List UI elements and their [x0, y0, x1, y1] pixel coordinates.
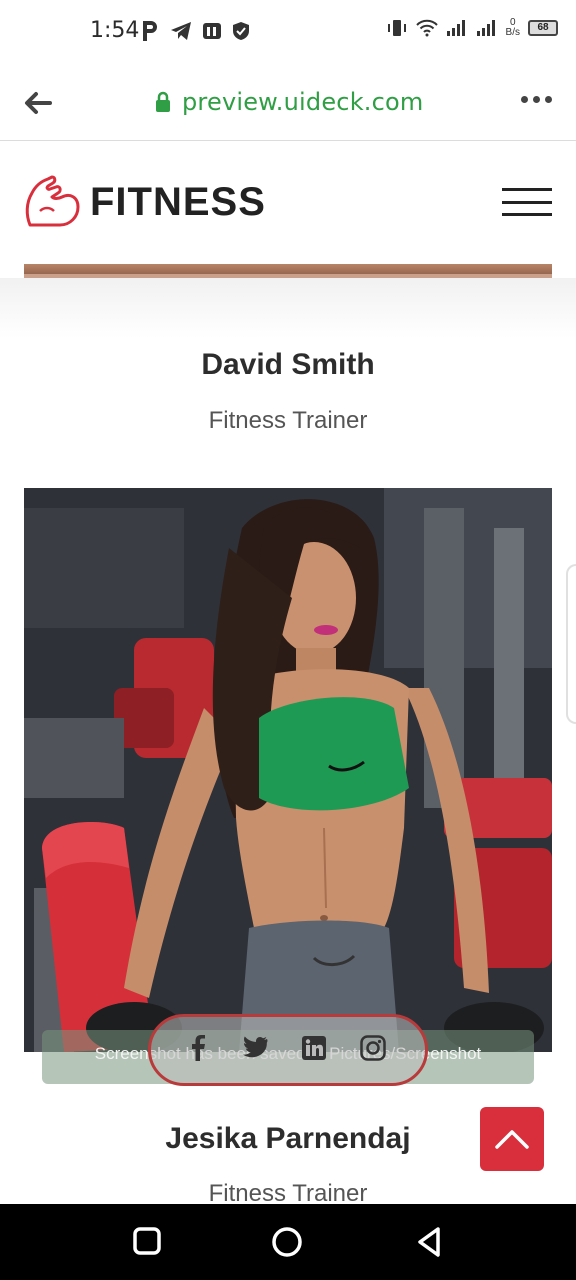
card-shadow — [0, 278, 576, 338]
status-bar: 1:54 0 B/s 68 — [0, 0, 576, 66]
shield-icon — [233, 22, 249, 40]
signal-icon — [446, 20, 465, 36]
menu-toggle-button[interactable] — [502, 188, 552, 216]
twitter-icon[interactable] — [240, 1036, 268, 1065]
net-speed-unit: B/s — [505, 27, 520, 38]
vibrate-icon — [387, 20, 406, 36]
back-arrow-icon[interactable] — [22, 88, 54, 118]
site-header: FITNESS — [0, 141, 576, 264]
lock-icon — [156, 91, 170, 112]
telegram-icon — [171, 22, 191, 40]
back-icon[interactable] — [414, 1226, 444, 1258]
trainer-photo-illustration — [24, 488, 552, 1052]
team-member-role: Fitness Trainer — [208, 1180, 368, 1204]
linkedin-icon[interactable] — [302, 1035, 326, 1065]
team-section: David Smith Fitness Trainer Screenshot J… — [0, 264, 576, 1204]
address-bar[interactable]: preview.uideck.com — [154, 88, 424, 116]
status-time: 1:54 — [90, 18, 140, 43]
system-icons: 0 B/s 68 — [386, 18, 558, 38]
scroll-to-top-button[interactable] — [480, 1107, 544, 1171]
battery-icon: 68 — [528, 20, 558, 36]
browser-toolbar: preview.uideck.com — [0, 66, 576, 141]
flexed-arm-icon — [25, 175, 80, 227]
hamburger-line — [502, 188, 552, 191]
chevron-up-icon — [495, 1130, 529, 1149]
home-icon[interactable] — [271, 1226, 303, 1258]
hamburger-line — [502, 213, 552, 216]
site-logo[interactable]: FITNESS — [22, 175, 266, 229]
team-member-name: David Smith — [201, 348, 375, 381]
instagram-icon[interactable] — [360, 1034, 386, 1066]
more-options-icon[interactable] — [521, 96, 552, 103]
hamburger-line — [502, 200, 552, 204]
team-member-role: Fitness Trainer — [208, 407, 368, 434]
wifi-icon — [415, 19, 438, 37]
signal-icon-2 — [476, 20, 495, 36]
trainer-photo-previous — [24, 264, 552, 278]
app-icon — [203, 23, 221, 39]
net-speed: 0 B/s — [506, 18, 520, 38]
trainer-photo — [24, 488, 552, 1052]
android-nav-bar — [0, 1204, 576, 1280]
url-text: preview.uideck.com — [182, 88, 424, 116]
logo-text: FITNESS — [90, 179, 266, 224]
social-links — [148, 1014, 428, 1086]
recent-apps-icon[interactable] — [132, 1226, 162, 1256]
facebook-icon[interactable] — [190, 1034, 206, 1066]
edge-panel-handle[interactable] — [566, 564, 576, 724]
parking-icon — [143, 21, 157, 41]
notification-icons — [140, 20, 250, 42]
